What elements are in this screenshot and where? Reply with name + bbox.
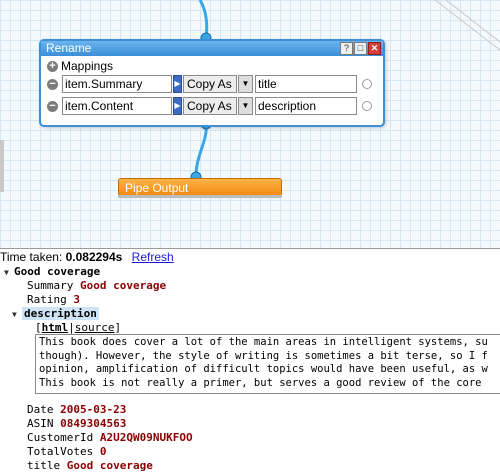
target-field[interactable]: description	[255, 97, 357, 115]
customer-key: CustomerId	[27, 431, 94, 444]
maximize-button[interactable]: □	[354, 42, 367, 55]
date-key: Date	[27, 403, 54, 416]
mapping-row-2: − item.Content ▶ Copy As ▼ description	[47, 97, 372, 115]
description-line: though). However, the style of writing i…	[39, 349, 488, 362]
title-line: title Good coverage	[27, 459, 153, 472]
html-link[interactable]: html	[42, 321, 69, 334]
add-mapping-icon[interactable]: +	[47, 60, 58, 72]
row-terminal-icon[interactable]	[362, 101, 372, 111]
customer-value: A2U2QW09NUKFOO	[99, 431, 193, 444]
time-value: 0.082294s	[65, 250, 123, 264]
rename-module[interactable]: Rename ? □ ✕ + Mappings − item.Summary ▶…	[39, 39, 385, 127]
asin-line: ASIN 0849304563	[27, 417, 126, 430]
dropdown-arrow-icon[interactable]: ▼	[238, 97, 253, 115]
votes-value: 0	[99, 445, 107, 458]
time-label: Time taken:	[0, 250, 63, 264]
description-line: opinion, amplification of difficult topi…	[39, 363, 488, 375]
expanded-triangle-icon[interactable]: ▼	[12, 310, 22, 319]
title-key: title	[27, 459, 61, 472]
row-terminal-icon[interactable]	[362, 79, 372, 89]
source-link[interactable]: source	[75, 321, 115, 334]
arrow-right-icon: ▶	[173, 97, 182, 115]
left-panel-edge	[0, 140, 4, 192]
pipe-output-module[interactable]: Pipe Output	[118, 178, 282, 196]
operation-select[interactable]: Copy As	[183, 75, 237, 93]
customer-line: CustomerId A2U2QW09NUKFOO	[27, 431, 193, 444]
remove-mapping-icon[interactable]: −	[47, 78, 58, 90]
source-field[interactable]: item.Content	[62, 97, 172, 115]
dropdown-arrow-icon[interactable]: ▼	[238, 75, 253, 93]
remove-mapping-icon[interactable]: −	[47, 100, 58, 112]
pipe-output-bottom-edge	[118, 195, 282, 198]
rating-key: Rating	[27, 293, 67, 306]
time-taken: Time taken: 0.082294s Refresh	[0, 250, 174, 264]
rename-module-title: Rename	[46, 41, 92, 55]
date-value: 2005-03-23	[60, 403, 127, 416]
help-button[interactable]: ?	[340, 42, 353, 55]
refresh-link[interactable]: Refresh	[132, 250, 174, 264]
description-line: This book does cover a lot of the main a…	[39, 336, 488, 348]
rename-module-header[interactable]: Rename ? □ ✕	[41, 41, 383, 56]
mappings-label: Mappings	[61, 59, 114, 73]
expanded-triangle-icon[interactable]: ▼	[4, 268, 14, 277]
asin-value: 0849304563	[60, 417, 127, 430]
item-header[interactable]: ▼ Good coverage	[4, 265, 100, 278]
target-field[interactable]: title	[255, 75, 357, 93]
asin-key: ASIN	[27, 417, 54, 430]
debugger-panel: Time taken: 0.082294s Refresh ▼ Good cove…	[0, 248, 500, 476]
description-key: description	[22, 307, 99, 320]
summary-key: Summary	[27, 279, 74, 292]
description-header[interactable]: ▼ description	[12, 307, 99, 320]
source-field[interactable]: item.Summary	[62, 75, 172, 93]
votes-line: TotalVotes 0	[27, 445, 106, 458]
close-button[interactable]: ✕	[368, 42, 381, 55]
item-title: Good coverage	[14, 265, 101, 278]
description-box[interactable]: This book does cover a lot of the main a…	[35, 334, 500, 394]
summary-line: Summary Good coverage	[27, 279, 166, 292]
title-value: Good coverage	[66, 459, 153, 472]
view-toggle: [html|source]	[35, 321, 122, 334]
mapping-row-1: − item.Summary ▶ Copy As ▼ title	[47, 75, 372, 93]
rating-line: Rating 3	[27, 293, 80, 306]
description-line: This book is not really a primer, but se…	[39, 376, 482, 389]
pipe-editor-canvas[interactable]: Rename ? □ ✕ + Mappings − item.Summary ▶…	[0, 0, 500, 249]
pipe-output-title: Pipe Output	[125, 181, 189, 195]
votes-key: TotalVotes	[27, 445, 94, 458]
summary-value: Good coverage	[79, 279, 167, 292]
rating-value: 3	[73, 293, 80, 306]
arrow-right-icon: ▶	[173, 75, 182, 93]
operation-select[interactable]: Copy As	[183, 97, 237, 115]
date-line: Date 2005-03-23	[27, 403, 126, 416]
